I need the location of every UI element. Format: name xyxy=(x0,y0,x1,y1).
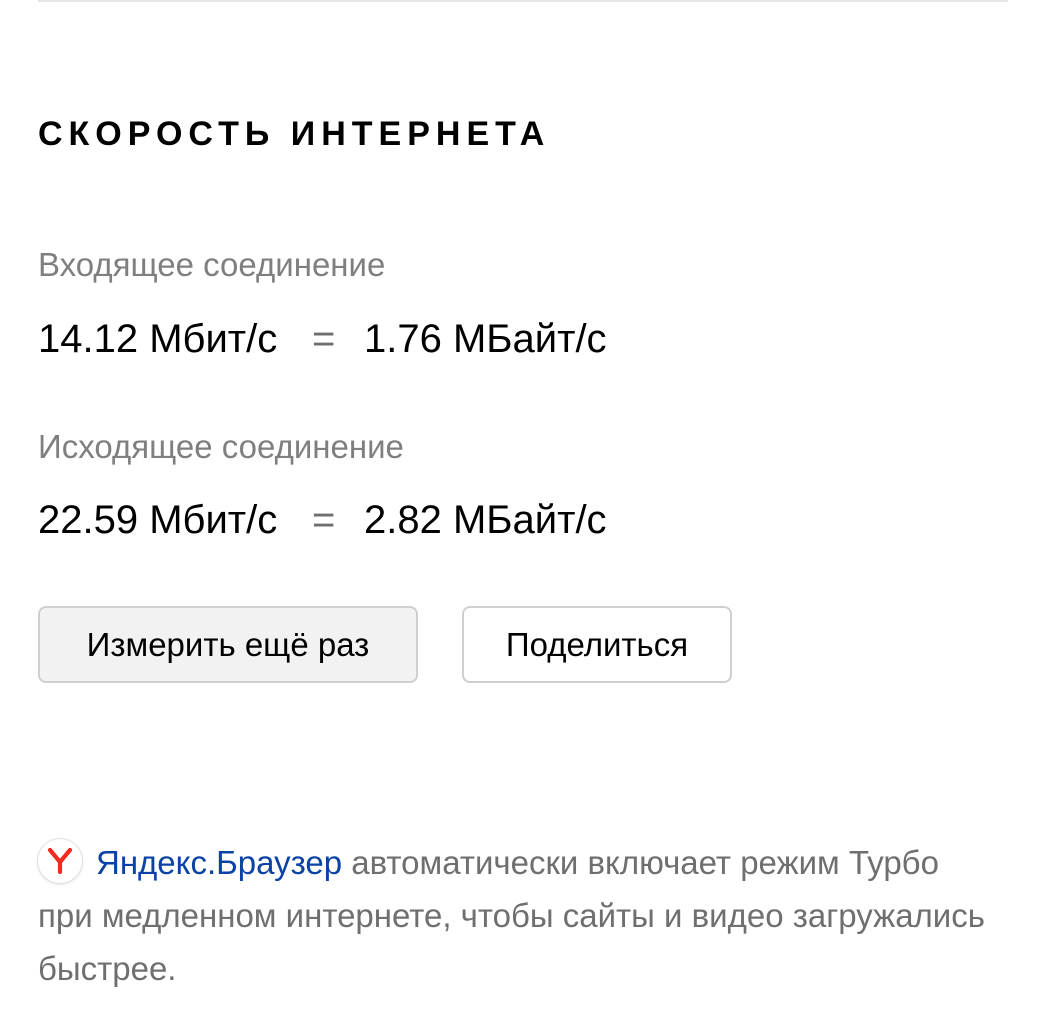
outgoing-connection-label: Исходящее соединение xyxy=(38,428,404,465)
share-button[interactable]: Поделиться xyxy=(462,606,732,683)
yandex-logo-glyph xyxy=(48,848,72,874)
incoming-speed-mbit: 14.12 Мбит/с xyxy=(38,317,278,361)
outgoing-speed-mbyte: 2.82 МБайт/с xyxy=(364,498,607,542)
promo-text: Яндекс.Браузер автоматически включает ре… xyxy=(38,836,988,995)
yandex-browser-link[interactable]: Яндекс.Браузер xyxy=(96,844,342,881)
measure-again-button[interactable]: Измерить ещё раз xyxy=(38,606,418,683)
outgoing-equals-sign: = xyxy=(312,498,336,542)
incoming-equals-sign: = xyxy=(312,317,336,361)
outgoing-speed-mbit: 22.59 Мбит/с xyxy=(38,498,278,542)
top-divider xyxy=(38,0,1008,2)
incoming-speed-mbyte: 1.76 МБайт/с xyxy=(364,317,607,361)
section-title: СКОРОСТЬ ИНТЕРНЕТА xyxy=(38,115,551,153)
yandex-browser-logo-icon xyxy=(38,839,82,883)
incoming-connection-label: Входящее соединение xyxy=(38,246,386,283)
